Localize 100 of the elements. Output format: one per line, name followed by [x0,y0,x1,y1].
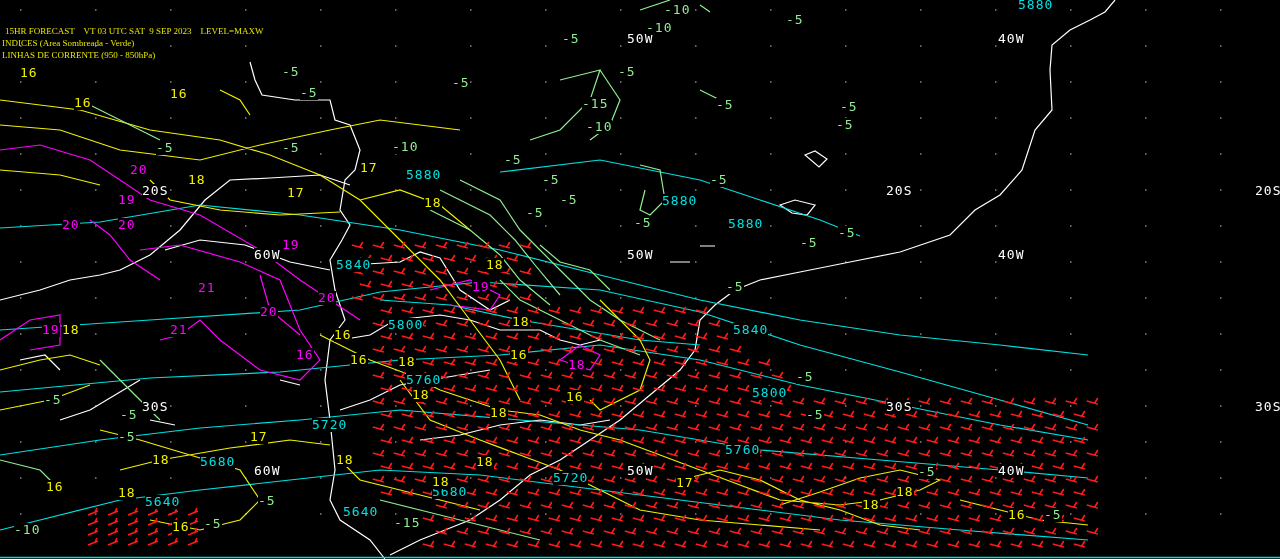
contour-label: -5 [796,370,814,384]
contour-label: 18 [512,315,530,329]
legend-text: LINHAS DE CORRENTE (950 - 850hPa) [2,49,157,61]
contour-label: -5 [560,193,578,207]
contour-label: -5 [156,141,174,155]
contour-label: 21 [198,281,216,295]
contour-label: 20 [118,218,136,232]
contour-label: -5 [562,32,580,46]
contour-label: 5880 [662,194,698,208]
grid-coordinate-label: 20S [1255,184,1280,198]
contour-label: -5 [526,206,544,220]
contour-label: 5760 [406,373,442,387]
contour-label: 16 [1008,508,1026,522]
contour-label: 5880 [1018,0,1054,12]
contour-label: 5840 [336,258,372,272]
contour-label: 5880 [728,217,764,231]
contour-label: -5 [204,517,222,531]
contour-label: -5 [726,280,744,294]
grid-coordinate-label: 20S [886,184,913,198]
contour-label: -5 [786,13,804,27]
contour-label: 5640 [145,495,181,509]
contour-label: 19 [118,193,136,207]
contour-label: -10 [586,120,613,134]
contour-label: -10 [664,3,691,17]
contour-label: -5 [118,430,136,444]
contour-label: 5680 [200,455,236,469]
contour-label: 16 [46,480,64,494]
contour-label: 18 [152,453,170,467]
contour-label: -5 [840,100,858,114]
contour-label: -5 [710,173,728,187]
contour-label: -5 [806,408,824,422]
contour-label: 18 [336,453,354,467]
contour-label: 5720 [312,418,348,432]
contour-label: 18 [568,358,586,372]
grid-coordinate-label: 30S [142,400,169,414]
grid-coordinate-label: 50W [627,464,654,478]
contour-label: 20 [260,305,278,319]
forecast-title: 15HR FORECAST VT 03 UTC SAT 9 SEP 2023 LEVEL=MAXW [4,25,264,37]
grid-coordinate-label: 60W [254,464,281,478]
contour-label: 18 [412,388,430,402]
contour-label: 17 [287,186,305,200]
grid-coordinate-label: 40W [998,464,1025,478]
contour-label: -10 [14,523,41,537]
contour-label: 18 [486,258,504,272]
contour-label: -5 [1044,508,1062,522]
contour-label: 18 [424,196,442,210]
contour-label: -5 [836,118,854,132]
contour-label: 16 [334,328,352,342]
contour-label: 16 [510,348,528,362]
contour-label: 20 [318,291,336,305]
grid-coordinate-label: 30S [886,400,913,414]
grid-coordinate-label: 20S [142,184,169,198]
contour-label: 5640 [343,505,379,519]
contour-label: -5 [120,408,138,422]
contour-label: 20 [130,163,148,177]
contour-label: 5800 [752,386,788,400]
contour-label: -5 [504,153,522,167]
contour-label: 18 [862,498,880,512]
contour-label: -5 [300,86,318,100]
contour-label: -5 [44,393,62,407]
contour-label: 18 [188,173,206,187]
grid-coordinate-label: 40W [998,32,1025,46]
contour-label: -5 [258,494,276,508]
contour-label: -10 [646,21,673,35]
contour-label: 17 [250,430,268,444]
contour-label: 5720 [553,471,589,485]
contour-label: 16 [20,66,38,80]
grid-coordinate-label: 30S [1255,400,1280,414]
contour-label: -5 [800,236,818,250]
contour-label: -5 [452,76,470,90]
contour-label: 5880 [406,168,442,182]
contour-label: 5840 [733,323,769,337]
contour-label: 17 [360,161,378,175]
contour-label: -5 [542,173,560,187]
contour-label: -5 [618,65,636,79]
grid-coordinate-label: 60W [254,248,281,262]
contour-label: 20 [62,218,80,232]
contour-label: 21 [170,323,188,337]
legend-text: INDICES (Area Sombreada - Verde) [2,37,136,49]
contour-label: 16 [170,87,188,101]
contour-label: -15 [394,516,421,530]
contour-label: -5 [838,226,856,240]
contour-label: 16 [74,96,92,110]
contour-label: 18 [896,485,914,499]
contour-label: 17 [676,476,694,490]
contour-label: 19 [42,323,60,337]
contour-label: 18 [476,455,494,469]
grid-coordinate-label: 40W [998,248,1025,262]
contour-label: 18 [432,475,450,489]
contour-label: 16 [296,348,314,362]
contour-label: -5 [282,65,300,79]
contour-label: 19 [472,280,490,294]
contour-label: 18 [118,486,136,500]
grid-coordinate-label: 50W [627,32,654,46]
contour-label: -15 [582,97,609,111]
contour-label: 16 [172,520,190,534]
contour-label: -5 [716,98,734,112]
contour-label: -5 [918,465,936,479]
grid-coordinate-label: 50W [627,248,654,262]
contour-label: -10 [392,140,419,154]
